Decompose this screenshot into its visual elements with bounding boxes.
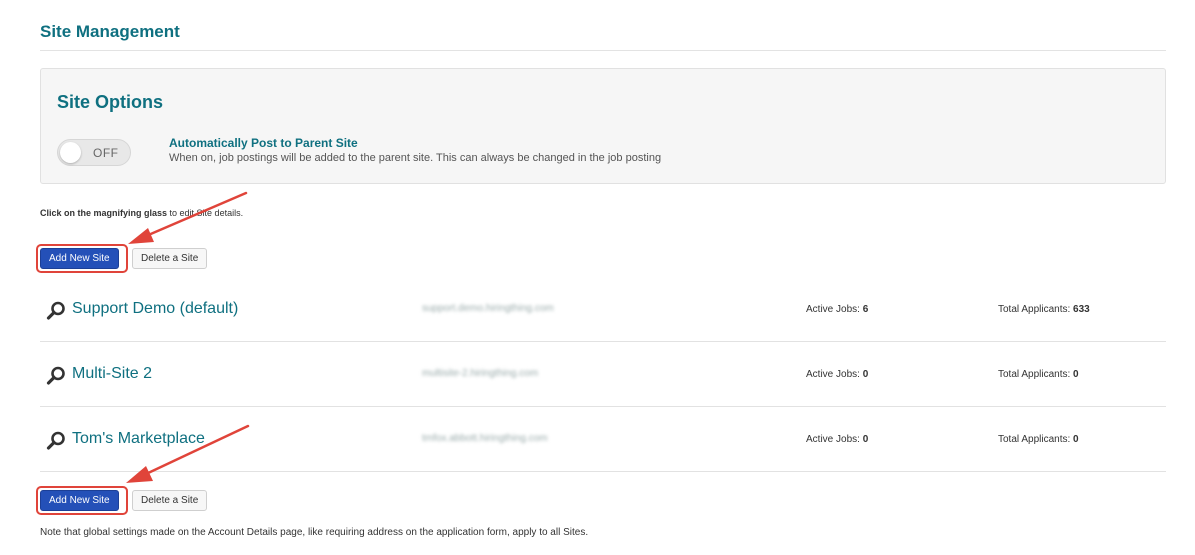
magnifying-glass-icon[interactable] bbox=[46, 431, 66, 451]
delete-site-button-bottom[interactable]: Delete a Site bbox=[132, 490, 208, 511]
site-row: Multi-Site 2 multisite-2.hiringthing.com… bbox=[40, 342, 1166, 407]
magnifying-glass-icon[interactable] bbox=[46, 366, 66, 386]
delete-site-button-top[interactable]: Delete a Site bbox=[132, 248, 208, 269]
site-url: support.demo.hiringthing.com bbox=[422, 303, 554, 314]
active-jobs-label: Active Jobs: bbox=[806, 369, 860, 380]
total-applicants-count: 0 bbox=[1073, 369, 1079, 380]
add-new-site-button-bottom[interactable]: Add New Site bbox=[40, 490, 119, 511]
site-url: tmfox.abbott.hiringthing.com bbox=[422, 433, 548, 444]
edit-instructions: Click on the magnifying glass to edit Si… bbox=[40, 208, 243, 218]
active-jobs: Active Jobs: 6 bbox=[806, 304, 868, 315]
site-options-title: Site Options bbox=[57, 92, 164, 112]
total-applicants-count: 633 bbox=[1073, 304, 1090, 315]
total-applicants-count: 0 bbox=[1073, 434, 1079, 445]
site-name-link[interactable]: Support Demo (default) bbox=[72, 300, 238, 318]
site-row: Tom's Marketplace tmfox.abbott.hiringthi… bbox=[40, 407, 1166, 472]
site-row: Support Demo (default) support.demo.hiri… bbox=[40, 277, 1166, 342]
auto-post-toggle[interactable]: OFF bbox=[57, 139, 131, 166]
site-name-link[interactable]: Tom's Marketplace bbox=[72, 430, 205, 448]
title-divider bbox=[40, 50, 1166, 51]
total-applicants-label: Total Applicants: bbox=[998, 304, 1071, 315]
total-applicants: Total Applicants: 633 bbox=[998, 304, 1090, 315]
active-jobs: Active Jobs: 0 bbox=[806, 369, 868, 380]
annotation-arrow-top bbox=[128, 191, 248, 244]
auto-post-description: When on, job postings will be added to t… bbox=[169, 152, 662, 164]
toggle-state-label: OFF bbox=[93, 146, 119, 160]
site-options-panel: Site Options OFF Automatically Post to P… bbox=[40, 68, 1166, 184]
site-list: Support Demo (default) support.demo.hiri… bbox=[40, 277, 1166, 472]
total-applicants-label: Total Applicants: bbox=[998, 369, 1071, 380]
toggle-knob bbox=[60, 142, 81, 163]
active-jobs-label: Active Jobs: bbox=[806, 304, 860, 315]
page-title: Site Management bbox=[40, 22, 180, 41]
active-jobs-count: 0 bbox=[862, 369, 869, 380]
add-new-site-button-top[interactable]: Add New Site bbox=[40, 248, 119, 269]
global-settings-note: Note that global settings made on the Ac… bbox=[40, 527, 589, 538]
instructions-bold: Click on the magnifying glass bbox=[40, 208, 168, 218]
active-jobs-count: 0 bbox=[862, 434, 869, 445]
total-applicants: Total Applicants: 0 bbox=[998, 369, 1079, 380]
active-jobs-count: 6 bbox=[862, 304, 869, 315]
total-applicants: Total Applicants: 0 bbox=[998, 434, 1079, 445]
magnifying-glass-icon[interactable] bbox=[46, 301, 66, 321]
total-applicants-label: Total Applicants: bbox=[998, 434, 1071, 445]
site-url: multisite-2.hiringthing.com bbox=[422, 368, 539, 379]
auto-post-title: Automatically Post to Parent Site bbox=[169, 136, 358, 150]
active-jobs-label: Active Jobs: bbox=[806, 434, 860, 445]
site-name-link[interactable]: Multi-Site 2 bbox=[72, 365, 152, 383]
active-jobs: Active Jobs: 0 bbox=[806, 434, 868, 445]
instructions-rest: to edit Site details. bbox=[167, 208, 244, 218]
